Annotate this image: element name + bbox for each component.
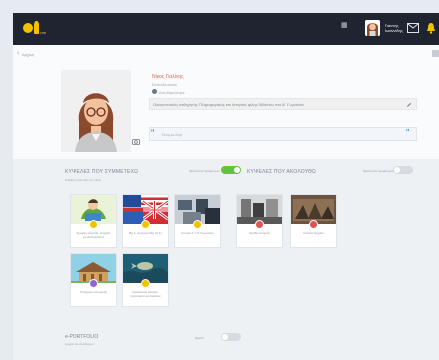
quote-text: Όνομα-λογί [162, 132, 183, 137]
community-card-label: Ολοήμερο Ιστορικής [80, 290, 107, 294]
visibility-toggle-follow[interactable] [393, 166, 413, 174]
logo-icon [23, 21, 39, 34]
community-card-label: Ιστορία Α΄ Γ3 Γυμνασίου [181, 231, 214, 235]
status-badge [141, 220, 150, 229]
status-badge [309, 220, 318, 229]
community-card[interactable]: Σχολική εργασία: Ιστορίες με ιδιαιτερότη… [70, 194, 117, 248]
community-card[interactable]: Ιστορία Αρχαίοι [290, 194, 337, 248]
back-link[interactable]: Αρχική [22, 52, 34, 57]
camera-icon[interactable] [132, 138, 140, 145]
toggle-label-follow: Ορατό στο προφίλ μου [363, 169, 394, 173]
avatar [365, 20, 380, 36]
status-badge [89, 279, 98, 288]
top-navigation-bar: e-me ▦ Γιαννης Ιωαννιδης [13, 13, 439, 45]
portfolio-subtitle: Αρχεία και συνδέσμοι [65, 342, 94, 346]
envelope-icon[interactable] [407, 23, 419, 33]
community-card-label: Be 1, Αγγλικά τάξη (Α΄1) [129, 231, 162, 235]
community-card[interactable]: Ιστορία Α΄ Γ3 Γυμνασίου [174, 194, 221, 248]
profile-name: Νίκος Γιαλίνης [152, 74, 184, 80]
community-card-label: Ομάδα Ιστορίας [248, 231, 271, 235]
profile-photo [61, 70, 131, 152]
profile-status: Αποθηκεύτηκε [159, 90, 185, 95]
status-badge [255, 220, 264, 229]
pencil-icon[interactable] [406, 102, 412, 108]
section-subtitle-participate: Κυψέλες από όλη την λίστα [65, 178, 102, 182]
toggle-label-participate: Ορατό στο προφίλ μου [189, 169, 220, 173]
section-title-participate: ΚΥΨΕΛΕΣ ΠΟΥ ΣΥΜΜΕΤΕΧΩ [65, 169, 139, 175]
section-title-follow: ΚΥΨΕΛΕΣ ΠΟΥ ΑΚΟΛΟΥΘΩ [247, 169, 316, 175]
portfolio-toggle-label: Ορατό [195, 336, 204, 340]
quote-box[interactable] [149, 127, 417, 141]
bio-text[interactable]: Οικογενειακός καθηγητής Πληροφορικής και… [149, 98, 417, 110]
community-card[interactable]: Ολοήμερο Ιστορικής [70, 253, 117, 307]
portfolio-visibility-toggle[interactable] [221, 333, 241, 341]
status-badge [89, 220, 98, 229]
community-card[interactable]: Θαλάσσιος κόσμος, προστασία και δράσεις [122, 253, 169, 307]
profile-title: Εκπαιδευτικός [152, 82, 178, 87]
logo-text: e-me [37, 30, 47, 35]
status-badge [141, 279, 150, 288]
community-card[interactable]: Ομάδα Ιστορίας [236, 194, 283, 248]
status-badge [193, 220, 202, 229]
quote-left-icon: “ [151, 128, 155, 139]
visibility-toggle-participate[interactable] [221, 166, 241, 174]
chevron-left-icon[interactable]: ‹ [17, 50, 19, 57]
hamburger-icon[interactable]: ▦ [341, 21, 351, 29]
user-icon [152, 89, 157, 94]
app-frame: e-me ▦ Γιαννης Ιωαννιδης ‹ Αρχική Νίκος … [13, 13, 439, 360]
bell-icon[interactable] [426, 22, 436, 34]
portfolio-title: e-PORTFOLIO [65, 334, 99, 340]
settings-icon[interactable] [432, 50, 439, 57]
community-card-label: Θαλάσσιος κόσμος, προστασία και δράσεις [130, 290, 161, 298]
quote-right-icon: ” [406, 128, 410, 139]
community-card-label: Ιστορία Αρχαίοι [303, 231, 324, 235]
community-card-label: Σχολική εργασία: Ιστορίες με ιδιαιτερότη… [76, 231, 111, 239]
community-card[interactable]: Be 1, Αγγλικά τάξη (Α΄1) [122, 194, 169, 248]
